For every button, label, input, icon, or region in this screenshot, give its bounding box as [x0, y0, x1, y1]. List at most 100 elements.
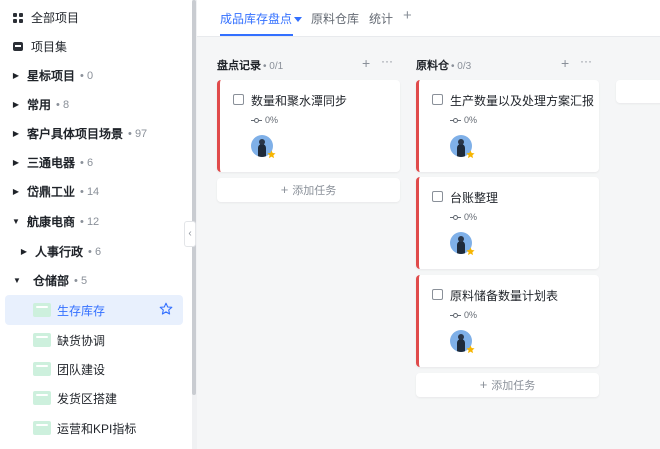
- task-card[interactable]: 数量和聚水潭同步 0%: [217, 80, 400, 172]
- sidebar-group-hr-admin[interactable]: ▶ 人事行政 • 6: [17, 237, 101, 266]
- sidebar-group-count: • 5: [74, 274, 88, 287]
- task-title: 原料储备数量计划表: [450, 289, 559, 303]
- tab-finished-inventory[interactable]: 成品库存盘点: [220, 10, 303, 27]
- task-checkbox[interactable]: [233, 94, 244, 105]
- caret-right-icon[interactable]: ▶: [9, 71, 23, 80]
- caret-right-icon[interactable]: ▶: [17, 247, 31, 256]
- star-badge-icon: [267, 150, 276, 159]
- chevron-left-icon: ‹: [188, 228, 192, 239]
- sidebar-group-label: 常用: [27, 98, 52, 112]
- task-title: 数量和聚水潭同步: [251, 94, 348, 108]
- add-tab-button[interactable]: +: [403, 7, 412, 24]
- task-checkbox[interactable]: [432, 94, 443, 105]
- sidebar-item-project-set[interactable]: 项目集: [11, 32, 67, 61]
- sidebar-group-label: 航康电商: [27, 215, 76, 229]
- add-task-label: 添加任务: [491, 380, 536, 392]
- sidebar-group-label: 仓储部: [33, 274, 70, 288]
- task-progress: 0%: [450, 212, 477, 222]
- star-badge-icon: [466, 247, 475, 256]
- caret-right-icon[interactable]: ▶: [9, 129, 23, 138]
- task-title: 台账整理: [450, 191, 499, 205]
- sidebar-group-warehouse[interactable]: ▼ 仓储部 • 5: [10, 266, 87, 295]
- task-title: 生产数量以及处理方案汇报: [450, 94, 595, 108]
- sidebar-item-all-projects[interactable]: 全部项目: [11, 3, 79, 32]
- sidebar-item-kpi[interactable]: 运营和KPI指标: [5, 413, 183, 443]
- column-header: 原料仓 • 0/3 + ···: [416, 54, 599, 73]
- more-icon[interactable]: ···: [381, 54, 393, 68]
- plus-icon: +: [280, 182, 289, 197]
- add-icon[interactable]: +: [362, 55, 370, 71]
- tab-raw-warehouse[interactable]: 原料仓库: [311, 10, 359, 27]
- sidebar-group-label: 三通电器: [27, 156, 76, 170]
- grid-icon: [11, 12, 25, 23]
- sidebar-group-client-scenarios[interactable]: ▶ 客户具体项目场景 • 97: [9, 119, 147, 148]
- collapse-sidebar-button[interactable]: ‹: [184, 221, 196, 247]
- star-icon[interactable]: [159, 302, 173, 316]
- sidebar-item-quehuo[interactable]: 缺货协调: [5, 325, 183, 355]
- sidebar-group-common[interactable]: ▶ 常用 • 8: [9, 90, 69, 119]
- board-area: 成品库存盘点 原料仓库 统计 + 盘点记录 • 0/1 + ··· 数量和聚水潭同…: [197, 0, 660, 449]
- sidebar-item-label: 生存库存: [57, 303, 106, 318]
- task-card[interactable]: 台账整理 0%: [416, 177, 599, 269]
- task-progress: 0%: [450, 310, 477, 320]
- column-header: 盘点记录 • 0/1 + ···: [217, 54, 400, 73]
- add-task-button[interactable]: + 添加任务: [217, 178, 400, 202]
- caret-right-icon[interactable]: ▶: [9, 100, 23, 109]
- caret-down-icon[interactable]: ▼: [10, 276, 24, 285]
- sidebar-group-count: • 6: [80, 156, 94, 169]
- project-icon: [33, 333, 51, 347]
- tab-label: 原料仓库: [311, 12, 360, 26]
- next-column-stub[interactable]: [616, 80, 660, 103]
- sidebar-group-count: • 6: [88, 245, 102, 258]
- project-icon: [33, 303, 51, 317]
- scrollbar-thumb[interactable]: [192, 0, 196, 395]
- sidebar-group-label: 岱鼎工业: [27, 185, 76, 199]
- task-checkbox[interactable]: [432, 289, 443, 300]
- project-icon: [33, 391, 51, 405]
- sidebar-group-count: • 0: [80, 69, 94, 82]
- sidebar-group-starred[interactable]: ▶ 星标项目 • 0: [9, 61, 93, 90]
- project-icon: [33, 421, 51, 435]
- sidebar-group-count: • 97: [128, 127, 148, 140]
- sidebar-group-daiding[interactable]: ▶ 岱鼎工业 • 14: [9, 177, 99, 206]
- caret-right-icon[interactable]: ▶: [9, 158, 23, 167]
- sidebar-item-label: 项目集: [31, 40, 68, 54]
- sidebar-item-tuandui[interactable]: 团队建设: [5, 354, 183, 384]
- star-badge-icon: [466, 150, 475, 159]
- active-tab-indicator: [220, 34, 293, 36]
- add-task-button[interactable]: + 添加任务: [416, 373, 599, 397]
- sidebar-group-count: • 14: [80, 185, 100, 198]
- task-progress: 0%: [450, 115, 477, 125]
- sidebar-group-hangkang[interactable]: ▼ 航康电商 • 12: [9, 207, 99, 236]
- plus-icon: +: [479, 377, 488, 392]
- task-card[interactable]: 原料储备数量计划表 0%: [416, 275, 599, 367]
- task-progress: 0%: [251, 115, 278, 125]
- sidebar-item-fahuoqu[interactable]: 发货区搭建: [5, 383, 183, 413]
- task-checkbox[interactable]: [432, 191, 443, 202]
- sidebar-group-santong[interactable]: ▶ 三通电器 • 6: [9, 148, 93, 177]
- more-icon[interactable]: ···: [580, 54, 592, 68]
- progress-icon: [450, 117, 461, 124]
- sidebar: 全部项目 项目集 ▶ 星标项目 • 0 ▶ 常用 • 8 ▶ 客户具体项目场景 …: [0, 0, 192, 449]
- tab-statistics[interactable]: 统计: [369, 10, 393, 27]
- sidebar-group-label: 客户具体项目场景: [27, 127, 124, 141]
- task-card[interactable]: 生产数量以及处理方案汇报 0%: [416, 80, 599, 172]
- add-icon[interactable]: +: [561, 55, 569, 71]
- folder-icon: [11, 42, 25, 51]
- sidebar-item-label: 缺货协调: [57, 333, 106, 348]
- progress-icon: [450, 312, 461, 319]
- column-title: 盘点记录: [217, 60, 261, 72]
- caret-right-icon[interactable]: ▶: [9, 187, 23, 196]
- tab-label: 成品库存盘点: [220, 12, 293, 26]
- sidebar-group-count: • 8: [56, 98, 70, 111]
- project-icon: [33, 362, 51, 376]
- sidebar-item-shengcun-kucun[interactable]: 生存库存: [5, 295, 183, 325]
- progress-icon: [251, 117, 262, 124]
- sidebar-group-label: 星标项目: [27, 69, 76, 83]
- sidebar-group-label: 人事行政: [35, 245, 84, 259]
- caret-down-icon[interactable]: [294, 17, 303, 23]
- column-count: • 0/3: [451, 61, 472, 72]
- progress-icon: [450, 214, 461, 221]
- caret-down-icon[interactable]: ▼: [9, 217, 23, 226]
- sidebar-group-count: • 12: [80, 215, 100, 228]
